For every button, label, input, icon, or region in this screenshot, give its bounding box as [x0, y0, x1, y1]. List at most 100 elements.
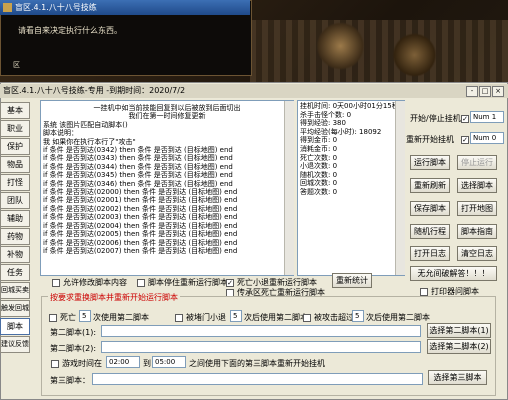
- refresh-stats-button[interactable]: 重新统计: [332, 273, 372, 288]
- second-script-2-label: 第二脚本(2):: [50, 344, 97, 353]
- stat-line: 答题次数: 0: [300, 187, 338, 196]
- restart-checkbox[interactable]: ✓: [461, 136, 469, 144]
- bot-window-title-text: 盲区.4.1.八十八号技练-专用 -到期时间：2020/7/2: [3, 86, 186, 95]
- random-move-button[interactable]: 随机行程: [410, 224, 450, 239]
- stop-on-script-label: 脚本停住重新运行脚本: [148, 278, 228, 287]
- block-count-field[interactable]: 5: [230, 310, 242, 322]
- sidebar-item-trade[interactable]: 回城买卖: [0, 282, 30, 299]
- log-line: if 条件 是否到达(0343) then 条件 是否到达 (目标地图) end: [43, 154, 233, 163]
- bot-window-title: 盲区.4.1.八十八号技练-专用 -到期时间：2020/7/2: [0, 84, 508, 98]
- log-line: if 条件 是否到达(02007) then 条件 是否到达 (目标地图) en…: [43, 246, 238, 255]
- third-script-label: 第三脚本：: [50, 376, 90, 385]
- sidebar-item-fight[interactable]: 打怪: [0, 174, 30, 191]
- log-line: 我 如果你在执行本行了"攻击": [43, 137, 136, 146]
- block-suffix-label: 次后使用第二脚本: [244, 313, 308, 322]
- sidebar-item-items[interactable]: 物品: [0, 156, 30, 173]
- block-switch-checkbox[interactable]: [175, 314, 183, 322]
- close-button[interactable]: ×: [492, 86, 504, 97]
- save-script-button[interactable]: 保存脚本: [410, 201, 450, 216]
- log-line: if 条件 是否到达(0344) then 条件 是否到达 (目标地图) end: [43, 162, 233, 171]
- log-line: if 条件 是否到达(02001) then 条件 是否到达 (目标地图) en…: [43, 196, 238, 205]
- maximize-button[interactable]: □: [479, 86, 491, 97]
- attacked-prefix-label: 被攻击超过: [314, 313, 354, 322]
- attacked-count-field[interactable]: 5: [352, 310, 364, 322]
- small-exit-checkbox[interactable]: ✓: [226, 279, 234, 287]
- time-from-field[interactable]: 02:00: [106, 356, 140, 368]
- allow-edit-label: 允许修改脚本内容: [63, 278, 127, 287]
- groupbox-title: 按要求重换脚本并重新开始运行脚本: [48, 292, 180, 303]
- time-switch-checkbox[interactable]: [51, 360, 59, 368]
- second-script-1-label: 第二脚本(1):: [50, 328, 97, 337]
- script-editor-scrollbar[interactable]: [284, 101, 294, 275]
- time-to-label: 到: [143, 359, 151, 368]
- crack-answer-button[interactable]: 无允间破解答！！！: [410, 266, 497, 281]
- log-line: if 条件 是否到达(02004) then 条件 是否到达 (目标地图) en…: [43, 221, 238, 230]
- start-stop-hotkey-field[interactable]: Num 1: [470, 111, 504, 123]
- sidebar-item-script[interactable]: 脚本: [0, 318, 30, 335]
- time-suffix-label: 之间使用下面的第三脚本重新开始挂机: [189, 359, 325, 368]
- death-switch-checkbox[interactable]: [49, 314, 57, 322]
- log-line: if 条件 是否到达(02006) then 条件 是否到达 (目标地图) en…: [43, 238, 238, 247]
- stop-run-button[interactable]: 停止运行: [457, 155, 497, 170]
- attacked-switch-checkbox[interactable]: [303, 314, 311, 322]
- second-script-1-field[interactable]: [101, 325, 421, 337]
- stat-line: 小退次数: 0: [300, 162, 338, 171]
- script-editor[interactable]: 一挂机中如当前技能回复到以后被放到后面切出 我们在第一时间修复更新 系统 该图片…: [40, 100, 294, 276]
- minimize-button[interactable]: -: [466, 86, 478, 97]
- stat-line: 挂机时间: 0天00小时01分15秒: [300, 102, 399, 110]
- third-script-field[interactable]: [92, 373, 423, 385]
- open-map-button[interactable]: 打开地图: [457, 201, 497, 216]
- stat-line: 消耗金币: 0: [300, 144, 338, 153]
- block-prefix-label: 被堵门小退: [186, 313, 226, 322]
- restart-label: 重新开始挂机: [406, 135, 454, 144]
- stat-line: 得到经验: 380: [300, 119, 346, 128]
- sidebar-item-basic[interactable]: 基本: [0, 102, 30, 119]
- sidebar-item-potion[interactable]: 药物: [0, 228, 30, 245]
- death-prefix-label: 死亡: [60, 313, 76, 322]
- stat-line: 得到金币: 0: [300, 136, 338, 145]
- open-log-button[interactable]: 打开日志: [410, 246, 450, 261]
- stats-panel: 挂机时间: 0天00小时01分15秒 杀手击怪个数: 0 得到经验: 380 平…: [297, 100, 405, 276]
- start-stop-label: 开始/停止挂机: [410, 114, 461, 123]
- start-stop-checkbox[interactable]: ✓: [461, 115, 469, 123]
- script-guide-button[interactable]: 脚本指南: [457, 224, 497, 239]
- stop-on-script-checkbox[interactable]: [137, 279, 145, 287]
- log-line: if 条件 是否到达(02003) then 条件 是否到达 (目标地图) en…: [43, 213, 238, 222]
- restart-hotkey-field[interactable]: Num 0: [470, 132, 504, 144]
- sidebar-item-supply[interactable]: 补物: [0, 246, 30, 263]
- sidebar-item-job[interactable]: 职业: [0, 120, 30, 137]
- run-script-button[interactable]: 运行脚本: [410, 155, 450, 170]
- sidebar-item-trigger-return[interactable]: 触发回城: [0, 300, 30, 317]
- sidebar-item-protect[interactable]: 保护: [0, 138, 30, 155]
- clear-log-button[interactable]: 清空日志: [457, 246, 497, 261]
- game-window-titlebar: 盲区.4.1.八十八号技练: [0, 0, 250, 15]
- game-dialog-link[interactable]: 区: [13, 60, 20, 70]
- log-line: 系统 该图片匹配自动脚本(): [43, 120, 128, 129]
- death-count-field[interactable]: 5: [79, 310, 91, 322]
- select-second-script-2-button[interactable]: 选择第二脚本(2): [427, 339, 491, 354]
- sidebar-item-team[interactable]: 团队: [0, 192, 30, 209]
- sidebar-item-task[interactable]: 任务: [0, 264, 30, 281]
- time-to-field[interactable]: 05:00: [152, 356, 186, 368]
- attacked-suffix-label: 次后使用第二脚本: [366, 313, 430, 322]
- second-script-2-field[interactable]: [101, 341, 421, 353]
- game-dialog-text: 请看自来决定执行什么东西。: [18, 26, 122, 35]
- window-controls: - □ ×: [465, 86, 504, 97]
- time-prefix-label: 游戏时间在: [62, 359, 102, 368]
- sidebar-item-assist[interactable]: 辅助: [0, 210, 30, 227]
- log-line: if 条件 是否到达(0345) then 条件 是否到达 (目标地图) end: [43, 171, 233, 180]
- sidebar-item-feedback[interactable]: 建议反馈: [0, 336, 30, 353]
- auto-record-checkbox[interactable]: [420, 288, 428, 296]
- allow-edit-checkbox[interactable]: [52, 279, 60, 287]
- log-line: 脚本说明：: [43, 129, 78, 138]
- stats-panel-scrollbar[interactable]: [395, 101, 405, 275]
- select-second-script-1-button[interactable]: 选择第二脚本(1): [427, 323, 491, 338]
- game-characters: [285, 22, 470, 82]
- select-script-button[interactable]: 选择脚本: [457, 178, 497, 193]
- death-suffix-label: 次使用第二脚本: [93, 313, 149, 322]
- app-icon: [3, 3, 12, 12]
- select-third-script-button[interactable]: 选择第三脚本: [428, 370, 487, 385]
- log-line: if 条件 是否到达(02005) then 条件 是否到达 (目标地图) en…: [43, 230, 238, 239]
- log-line: if 条件 是否到达(0346) then 条件 是否到达 (目标地图) end: [43, 179, 233, 188]
- reload-script-button[interactable]: 重新刷新: [410, 178, 450, 193]
